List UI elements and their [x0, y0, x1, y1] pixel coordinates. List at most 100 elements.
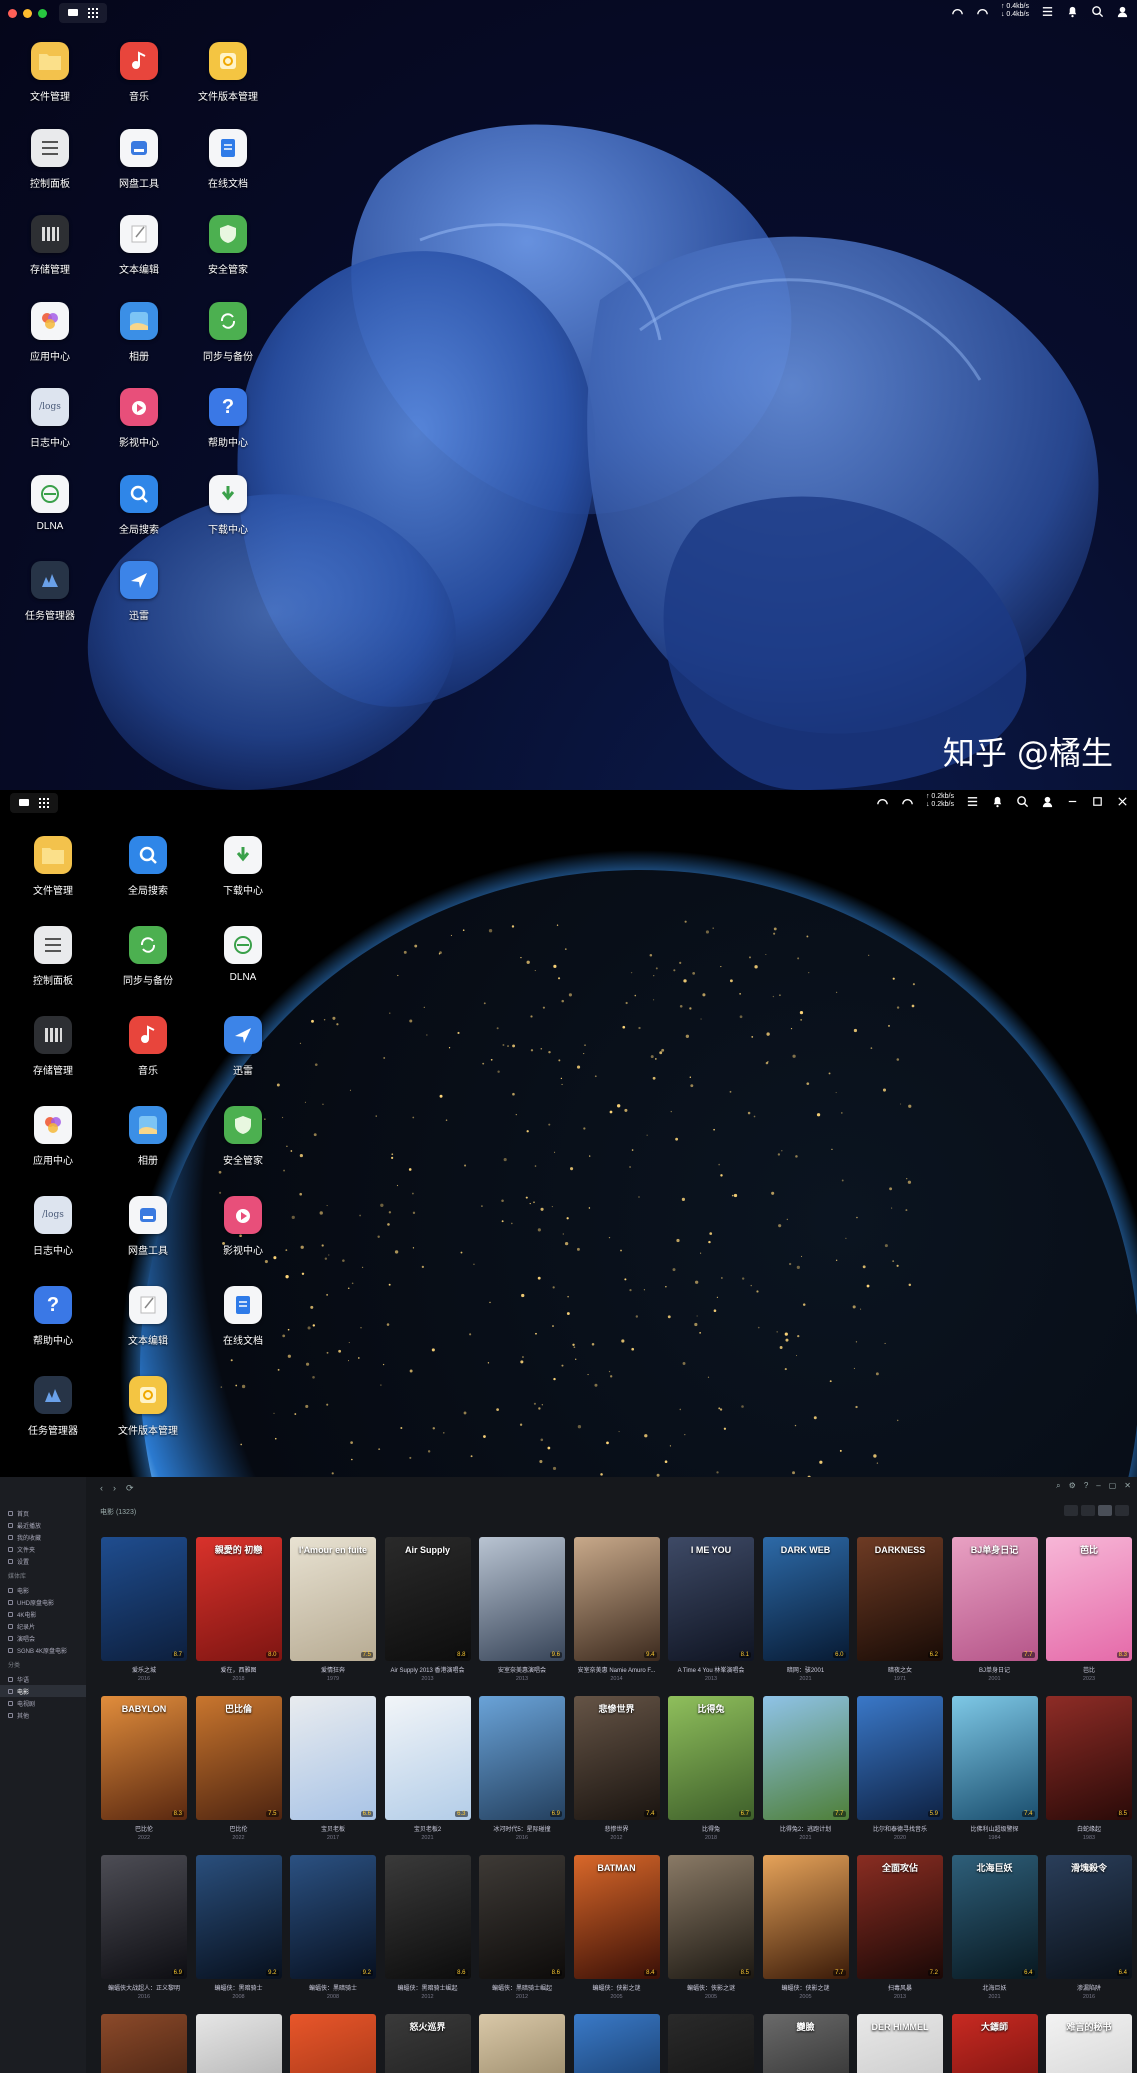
maximize-icon[interactable]: [1091, 795, 1104, 808]
desktop-app-sync[interactable]: 同步与备份: [183, 301, 273, 363]
sidebar-item[interactable]: 电影: [0, 1584, 86, 1596]
movie-card[interactable]: 8.5 蝙蝠侠：侠影之谜 2005: [668, 1855, 754, 2000]
back-icon[interactable]: ‹: [100, 1483, 103, 1494]
sidebar-item[interactable]: 首页: [0, 1507, 86, 1519]
sidebar-item[interactable]: 我的收藏: [0, 1531, 86, 1543]
desktop-app-music[interactable]: 音乐: [103, 1016, 193, 1077]
movie-card[interactable]: [479, 2014, 565, 2073]
settings-sliders-icon[interactable]: [966, 795, 979, 808]
movie-card[interactable]: 5.9 比尔和泰德寻找音乐 2020: [857, 1696, 943, 1841]
desktop-app-video[interactable]: 影视中心: [94, 388, 184, 449]
movie-card[interactable]: Air Supply 8.8 Air Supply 2013 香港演唱会 2013: [384, 1537, 471, 1682]
desktop-app-storage[interactable]: 存储管理: [5, 215, 95, 276]
minimize-icon[interactable]: [1066, 795, 1079, 808]
desktop-app-document[interactable]: 在线文档: [183, 128, 273, 190]
sidebar-item[interactable]: 4K电影: [0, 1608, 86, 1620]
movie-card[interactable]: 全面攻佔 7.2 扫毒风暴 2013: [857, 1855, 943, 2000]
desktop-app-search[interactable]: 全局搜索: [103, 836, 193, 897]
desktop-app-app-center[interactable]: 应用中心: [5, 301, 95, 363]
movie-card[interactable]: 难言的秘书: [1046, 2014, 1132, 2073]
movie-card[interactable]: 大鏢師: [951, 2014, 1038, 2073]
sidebar-item[interactable]: 纪录片: [0, 1620, 86, 1632]
maximize-icon[interactable]: ▢: [1109, 1481, 1117, 1491]
movie-card[interactable]: 9.2 蝙蝠侠：黑暗骑士 2008: [195, 1855, 282, 2000]
sidebar-item[interactable]: 电视剧: [0, 1697, 86, 1709]
movie-card[interactable]: [195, 2014, 282, 2073]
desktop-app-shield[interactable]: 安全管家: [198, 1106, 288, 1167]
maximize-dot[interactable]: [38, 8, 47, 18]
bell-icon[interactable]: [991, 795, 1004, 808]
movie-card[interactable]: 6.6 宝贝老板 2017: [290, 1696, 376, 1841]
ram-gauge-icon[interactable]: [976, 5, 989, 18]
desktop-app-help[interactable]: ? 帮助中心: [183, 388, 273, 449]
desktop-app-storage[interactable]: 存储管理: [8, 1016, 98, 1077]
app-grid-icon[interactable]: [38, 798, 50, 808]
desktop-app-sync[interactable]: 同步与备份: [103, 926, 193, 987]
sidebar-item[interactable]: 演唱会: [0, 1632, 86, 1644]
desktop-app-folder[interactable]: 文件管理: [5, 42, 95, 103]
desktop-app-task-manager[interactable]: 任务管理器: [8, 1376, 98, 1437]
desktop-app-download[interactable]: 下载中心: [198, 836, 288, 897]
bell-icon[interactable]: [1066, 5, 1079, 18]
movie-card[interactable]: 滑塊殺令 6.4 渗漏陷阱 2016: [1046, 1855, 1132, 2000]
filter-button[interactable]: [1081, 1505, 1095, 1516]
movie-card[interactable]: 悲慘世界 7.4 悲惨世界 2012: [573, 1696, 660, 1841]
movie-card[interactable]: [101, 2014, 187, 2073]
desktop-app-task-manager[interactable]: 任务管理器: [5, 561, 95, 622]
desktop-app-app-center[interactable]: 应用中心: [8, 1106, 98, 1167]
desktop-app-thunder[interactable]: 迅雷: [198, 1016, 288, 1077]
user-icon[interactable]: [1116, 5, 1129, 18]
desktop-icon[interactable]: [67, 8, 79, 18]
desktop-app-version[interactable]: 文件版本管理: [183, 42, 273, 103]
movie-card[interactable]: [668, 2014, 754, 2073]
sidebar-item[interactable]: 电影: [0, 1685, 86, 1697]
desktop-app-logs[interactable]: /logs 日志中心: [5, 388, 95, 449]
movie-card[interactable]: 9.6 安室奈美惠演唱会 2013: [479, 1537, 565, 1682]
movie-card[interactable]: 6.9 蝙蝠侠大战超人：正义黎明 2016: [101, 1855, 187, 2000]
desktop-app-help[interactable]: ? 帮助中心: [8, 1286, 98, 1347]
movie-card[interactable]: 變臉: [762, 2014, 849, 2073]
desktop-app-dlna[interactable]: DLNA: [198, 926, 288, 983]
movie-card[interactable]: [573, 2014, 660, 2073]
movie-card[interactable]: BABYLON 8.3 巴比伦 2022: [101, 1696, 187, 1841]
sidebar-item[interactable]: UHD原盘电影: [0, 1596, 86, 1608]
close-icon[interactable]: [1116, 795, 1129, 808]
forward-icon[interactable]: ›: [113, 1483, 116, 1494]
movie-card[interactable]: 巴比倫 7.5 巴比伦 2022: [195, 1696, 282, 1841]
desktop-app-control-panel[interactable]: 控制面板: [5, 128, 95, 190]
movie-card[interactable]: DARK WEB 6.0 暗网：骇2001 2021: [762, 1537, 849, 1682]
help-icon[interactable]: ?: [1084, 1481, 1088, 1491]
desktop-app-text-edit[interactable]: 文本编辑: [103, 1286, 193, 1347]
search-icon[interactable]: [1091, 5, 1104, 18]
desktop-app-cloud-drive[interactable]: 网盘工具: [103, 1196, 193, 1257]
movie-card[interactable]: 6.3 宝贝老板2 2021: [384, 1696, 471, 1841]
movie-card[interactable]: 8.6 蝙蝠侠：黑暗骑士崛起 2012: [384, 1855, 471, 2000]
sidebar-item[interactable]: 华语: [0, 1673, 86, 1685]
desktop-app-logs[interactable]: /logs 日志中心: [8, 1196, 98, 1257]
desktop-app-folder[interactable]: 文件管理: [8, 836, 98, 897]
desktop-app-dlna[interactable]: DLNA: [5, 474, 95, 532]
cpu-gauge-icon[interactable]: [951, 5, 964, 18]
movie-card[interactable]: 怒火巡界: [384, 2014, 471, 2073]
movie-card[interactable]: 親愛的 初戀 8.0 爱在，西雅图 2018: [195, 1537, 282, 1682]
movie-card[interactable]: 7.4 比佛利山超级警探 1984: [951, 1696, 1038, 1841]
desktop-app-music[interactable]: 音乐: [94, 42, 184, 103]
desktop-app-download[interactable]: 下载中心: [183, 474, 273, 536]
movie-card[interactable]: [290, 2014, 376, 2073]
movie-card[interactable]: 6.9 冰河时代5：星际碰撞 2016: [479, 1696, 565, 1841]
movie-card[interactable]: BATMAN 8.4 蝙蝠侠：侠影之谜 2005: [573, 1855, 660, 2000]
sidebar-item[interactable]: 其他: [0, 1709, 86, 1721]
minimize-icon[interactable]: –: [1096, 1481, 1100, 1491]
refresh-icon[interactable]: ⟳: [126, 1483, 134, 1494]
movie-card[interactable]: I ME YOU 8.1 A Time 4 You 林峯演唱会 2013: [668, 1537, 754, 1682]
close-icon[interactable]: ✕: [1124, 1481, 1131, 1491]
movie-card[interactable]: l'Amour en fuite 7.5 爱情狂奔 1979: [290, 1537, 376, 1682]
app-grid-icon[interactable]: [87, 8, 99, 18]
desktop-app-search[interactable]: 全局搜索: [94, 474, 184, 536]
movie-card[interactable]: 8.6 蝙蝠侠：黑暗骑士崛起 2012: [479, 1855, 565, 2000]
desktop-app-control-panel[interactable]: 控制面板: [8, 926, 98, 987]
desktop-app-version[interactable]: 文件版本管理: [103, 1376, 193, 1437]
desktop-app-text-edit[interactable]: 文本编辑: [94, 215, 184, 276]
gear-icon[interactable]: ⚙: [1069, 1481, 1076, 1491]
sidebar-item[interactable]: 设置: [0, 1555, 86, 1567]
